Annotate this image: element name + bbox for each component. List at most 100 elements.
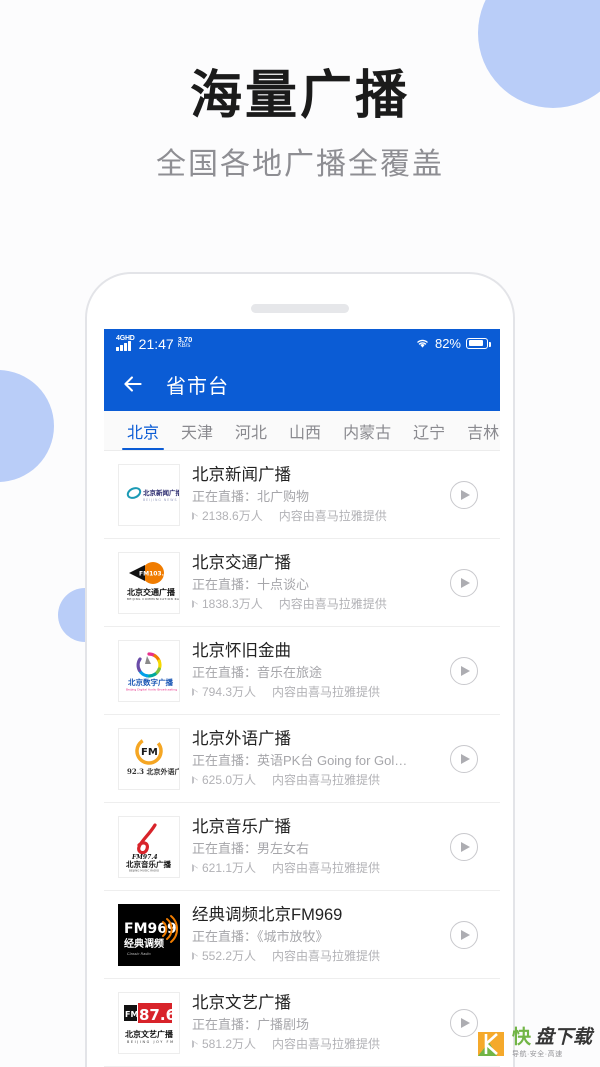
svg-text:北京交通广播: 北京交通广播	[127, 587, 176, 597]
beijing-news-radio-logo: 北京新闻广播 BEIJING NEWS RADIO	[118, 463, 180, 526]
station-live-program: 正在直播：《城市放牧》	[192, 929, 329, 944]
station-meta: 625.0万人 内容由喜马拉雅提供	[192, 772, 450, 789]
play-icon[interactable]	[450, 568, 478, 597]
station-title: 北京怀旧金曲	[192, 642, 291, 660]
svg-text:BEIJING MUSIC RADIO: BEIJING MUSIC RADIO	[129, 868, 160, 872]
play-icon[interactable]	[450, 656, 478, 685]
svg-text:BEIJING JOY FM: BEIJING JOY FM	[127, 1040, 175, 1044]
status-bar-right: 82%	[415, 335, 491, 351]
phone-mockup: 4GHD 21:47 3.70 KB/s 82% 省市台 北京 天津 河北 山西…	[85, 272, 515, 1067]
station-listeners: 2138.6万人	[202, 509, 263, 523]
station-listeners: 581.2万人	[202, 1037, 257, 1051]
battery-percent-label: 82%	[434, 335, 461, 351]
page-subtitle: 全国各地广播全覆盖	[156, 148, 444, 182]
station-title: 北京音乐广播	[192, 818, 291, 836]
app-bar: 省市台	[104, 357, 500, 411]
list-item[interactable]: 北京新闻广播 BEIJING NEWS RADIO 北京新闻广播 正在直播：北广…	[104, 451, 500, 539]
svg-text:FM: FM	[125, 1010, 138, 1019]
station-title: 经典调频北京FM969	[192, 906, 343, 924]
tab-liaoning[interactable]: 辽宁	[402, 411, 456, 450]
station-provider: 内容由喜马拉雅提供	[272, 773, 381, 787]
tab-hebei[interactable]: 河北	[224, 411, 278, 450]
province-tab-bar[interactable]: 北京 天津 河北 山西 内蒙古 辽宁 吉林	[104, 411, 500, 451]
status-bar-left: 4GHD 21:47 3.70 KB/s	[116, 335, 192, 351]
play-icon[interactable]	[450, 480, 478, 509]
station-listeners: 794.3万人	[202, 685, 257, 699]
station-meta: 2138.6万人 内容由喜马拉雅提供	[192, 508, 450, 525]
station-provider: 内容由喜马拉雅提供	[278, 597, 387, 611]
watermark-tagline: 导航·安全·高速	[511, 1051, 563, 1058]
decor-circle-left-large	[0, 370, 54, 482]
station-live-program: 正在直播：北广购物	[192, 489, 310, 504]
station-provider: 内容由喜马拉雅提供	[272, 861, 381, 875]
signal-bars-icon	[116, 341, 131, 351]
svg-text:BEIJING COMMUNICATION RADIO: BEIJING COMMUNICATION RADIO	[127, 597, 179, 601]
beijing-digital-radio-logo: 北京数字广播 Beijing Digital Audio Broadcastin…	[118, 639, 180, 702]
signal-indicator: 4GHD	[116, 335, 135, 351]
hero-section: 海量广播 全国各地广播全覆盖	[0, 0, 600, 183]
network-speed-unit: KB/s	[177, 343, 191, 349]
play-icon[interactable]	[450, 1008, 478, 1037]
watermark-brand-b: 盘下载	[534, 1027, 592, 1048]
svg-text:FM: FM	[141, 747, 158, 758]
listeners-icon	[192, 512, 198, 521]
phone-speaker	[251, 304, 349, 313]
list-item-content: 北京外语广播 正在直播：英语PK台 Going for Gol… 625.0万人…	[180, 728, 450, 789]
station-meta: 794.3万人 内容由喜马拉雅提供	[192, 684, 450, 701]
phone-screen: 4GHD 21:47 3.70 KB/s 82% 省市台 北京 天津 河北 山西…	[104, 329, 500, 1067]
classic-fm969-logo: FM969 经典调频 Classic Radio	[118, 903, 180, 966]
list-item-content: 北京交通广播 正在直播：十点谈心 1838.3万人 内容由喜马拉雅提供	[180, 552, 450, 613]
list-item-content: 北京文艺广播 正在直播：广播剧场 581.2万人 内容由喜马拉雅提供	[180, 992, 450, 1053]
list-item[interactable]: FM 92.3 北京外语广播 北京外语广播 正在直播：英语PK台 Going f…	[104, 715, 500, 803]
wifi-icon	[417, 339, 428, 348]
svg-text:87.6: 87.6	[139, 1006, 176, 1024]
listeners-icon	[192, 600, 198, 609]
list-item[interactable]: FM 87.6 北京文艺广播 BEIJING JOY FM 北京文艺广播 正在直…	[104, 979, 500, 1067]
tab-shanxi[interactable]: 山西	[278, 411, 332, 450]
station-title: 北京交通广播	[192, 554, 291, 572]
svg-text:Classic Radio: Classic Radio	[127, 952, 152, 956]
station-provider: 内容由喜马拉雅提供	[272, 685, 381, 699]
play-icon[interactable]	[450, 832, 478, 861]
kuaipan-logo-icon	[477, 1031, 504, 1056]
radio-station-list: 北京新闻广播 BEIJING NEWS RADIO 北京新闻广播 正在直播：北广…	[104, 451, 500, 1067]
svg-text:北京数字广播: 北京数字广播	[128, 677, 173, 687]
network-speed-value: 3.70	[177, 335, 193, 344]
tab-neimenggu[interactable]: 内蒙古	[332, 411, 402, 450]
listeners-icon	[192, 776, 198, 785]
watermark: 快 盘下载 导航·安全·高速	[477, 1028, 592, 1059]
beijing-music-radio-logo: FM97.4 北京音乐广播 BEIJING MUSIC RADIO	[118, 815, 180, 878]
status-bar: 4GHD 21:47 3.70 KB/s 82%	[104, 329, 500, 357]
list-item[interactable]: FM103.9 北京交通广播 BEIJING COMMUNICATION RAD…	[104, 539, 500, 627]
play-icon[interactable]	[450, 744, 478, 773]
station-title: 北京文艺广播	[192, 994, 291, 1012]
station-provider: 内容由喜马拉雅提供	[272, 1037, 381, 1051]
tab-tianjin[interactable]: 天津	[170, 411, 224, 450]
tab-jilin[interactable]: 吉林	[456, 411, 500, 450]
listeners-icon	[192, 688, 198, 697]
watermark-text: 快 盘下载 导航·安全·高速	[512, 1028, 592, 1059]
list-item[interactable]: FM969 经典调频 Classic Radio 经典调频北京FM969 正在直…	[104, 891, 500, 979]
list-item[interactable]: 北京数字广播 Beijing Digital Audio Broadcastin…	[104, 627, 500, 715]
station-title: 北京新闻广播	[192, 466, 291, 484]
svg-text:FM103.9: FM103.9	[139, 570, 168, 577]
network-speed: 3.70 KB/s	[178, 336, 193, 350]
station-meta: 581.2万人 内容由喜马拉雅提供	[192, 1036, 450, 1053]
svg-text:Beijing Digital Audio Broadcas: Beijing Digital Audio Broadcasting	[126, 687, 177, 691]
status-clock: 21:47	[138, 336, 174, 352]
play-icon[interactable]	[450, 920, 478, 949]
station-live-program: 正在直播：英语PK台 Going for Gol…	[192, 753, 408, 768]
station-live-program: 正在直播：十点谈心	[192, 577, 310, 592]
svg-text:BEIJING NEWS RADIO: BEIJING NEWS RADIO	[143, 498, 179, 502]
page-title: 海量广播	[189, 67, 410, 125]
station-listeners: 625.0万人	[202, 773, 257, 787]
svg-text:北京文艺广播: 北京文艺广播	[125, 1029, 174, 1039]
svg-text:北京音乐广播: 北京音乐广播	[126, 859, 171, 869]
station-title: 北京外语广播	[192, 730, 291, 748]
list-item[interactable]: FM97.4 北京音乐广播 BEIJING MUSIC RADIO 北京音乐广播…	[104, 803, 500, 891]
tab-beijing[interactable]: 北京	[116, 411, 170, 450]
station-listeners: 621.1万人	[202, 861, 257, 875]
station-live-program: 正在直播：广播剧场	[192, 1017, 310, 1032]
list-item-content: 北京新闻广播 正在直播：北广购物 2138.6万人 内容由喜马拉雅提供	[180, 464, 450, 525]
back-arrow-icon[interactable]	[120, 371, 146, 397]
